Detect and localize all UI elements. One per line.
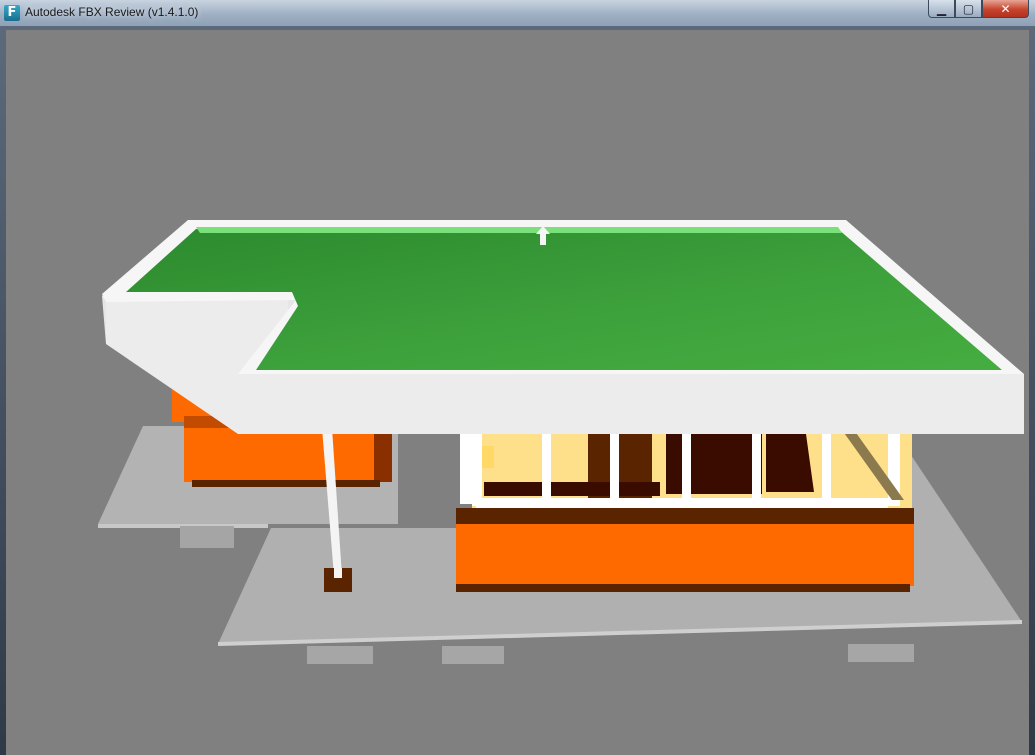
minimize-icon: ▁ bbox=[936, 1, 947, 16]
right-building bbox=[456, 430, 914, 592]
fbx-app-icon[interactable]: F bbox=[4, 5, 20, 21]
close-icon: ✕ bbox=[1000, 1, 1011, 16]
maximize-button[interactable]: ▢ bbox=[955, 0, 982, 18]
title-bar[interactable]: F Autodesk FBX Review (v1.4.1.0) ▁ ▢ ✕ bbox=[0, 0, 1035, 26]
roof bbox=[102, 220, 1024, 434]
window-controls: ▁ ▢ ✕ bbox=[928, 0, 1029, 19]
close-button[interactable]: ✕ bbox=[982, 0, 1029, 18]
maximize-icon: ▢ bbox=[962, 1, 975, 16]
minimize-button[interactable]: ▁ bbox=[928, 0, 955, 18]
window-title: Autodesk FBX Review (v1.4.1.0) bbox=[25, 5, 199, 19]
application-window: F Autodesk FBX Review (v1.4.1.0) ▁ ▢ ✕ bbox=[0, 0, 1035, 755]
3d-viewport[interactable] bbox=[6, 30, 1029, 755]
model-render bbox=[98, 220, 1024, 664]
app-icon-glyph: F bbox=[7, 5, 17, 20]
